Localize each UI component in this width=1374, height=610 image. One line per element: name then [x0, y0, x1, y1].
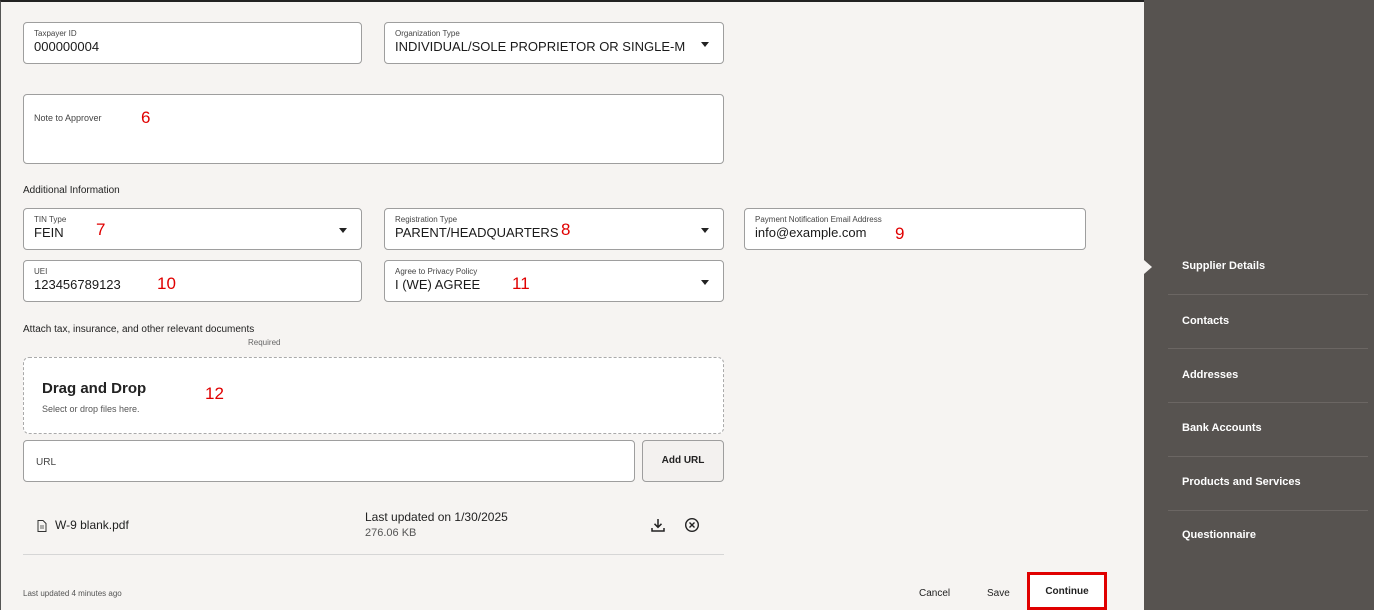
close-circle-icon[interactable] [684, 517, 700, 538]
annotation-6: 6 [141, 108, 151, 127]
note-to-approver-label: Note to Approver [34, 113, 102, 123]
add-url-button[interactable]: Add URL [642, 440, 724, 482]
dropzone-title: Drag and Drop [42, 380, 147, 397]
file-dropzone[interactable]: Drag and Drop Select or drop files here.… [23, 357, 724, 434]
sidebar-divider [1168, 510, 1368, 511]
payment-email-value: info@example.com [755, 225, 867, 240]
sidebar-item-questionnaire[interactable]: Questionnaire [1182, 529, 1256, 541]
organization-type-label: Organization Type [395, 29, 460, 38]
payment-email-label: Payment Notification Email Address [755, 215, 882, 224]
tin-type-label: TIN Type [34, 215, 67, 224]
registration-type-label: Registration Type [395, 215, 458, 224]
annotation-12: 12 [205, 384, 224, 403]
privacy-policy-value: I (WE) AGREE [395, 277, 481, 292]
payment-email-field[interactable]: Payment Notification Email Address info@… [744, 208, 1086, 250]
sidebar-item-products-and-services[interactable]: Products and Services [1182, 476, 1301, 488]
required-label: Required [248, 338, 281, 347]
sidebar-item-contacts[interactable]: Contacts [1182, 315, 1229, 327]
save-button[interactable]: Save [987, 588, 1010, 599]
taxpayer-id-value: 000000004 [34, 39, 100, 54]
chevron-down-icon [339, 228, 347, 233]
chevron-down-icon [701, 228, 709, 233]
uei-field[interactable]: UEI 123456789123 10 [23, 260, 362, 302]
uei-value: 123456789123 [34, 277, 121, 292]
attachment-updated: Last updated on 1/30/2025 [365, 510, 508, 524]
sidebar-divider [1168, 348, 1368, 349]
url-placeholder: URL [36, 457, 57, 468]
url-input[interactable]: URL [23, 440, 635, 482]
chevron-down-icon [701, 280, 709, 285]
tin-type-select[interactable]: TIN Type FEIN 7 [23, 208, 362, 250]
privacy-policy-label: Agree to Privacy Policy [395, 267, 478, 276]
additional-information-heading: Additional Information [23, 185, 120, 196]
sidebar-item-addresses[interactable]: Addresses [1182, 369, 1238, 381]
uei-label: UEI [34, 267, 48, 276]
sidebar-divider [1168, 402, 1368, 403]
organization-type-value: INDIVIDUAL/SOLE PROPRIETOR OR SINGLE-MEM [395, 39, 685, 54]
cancel-button[interactable]: Cancel [919, 588, 950, 599]
annotation-11: 11 [512, 274, 530, 293]
taxpayer-id-label: Taxpayer ID [34, 29, 77, 38]
sidebar-divider [1168, 456, 1368, 457]
taxpayer-id-field[interactable]: Taxpayer ID 000000004 [23, 22, 362, 64]
attachment-file-name[interactable]: W-9 blank.pdf [55, 518, 129, 532]
file-icon [37, 519, 47, 537]
annotation-8: 8 [561, 220, 571, 239]
download-icon[interactable] [650, 517, 666, 538]
dropzone-subtitle: Select or drop files here. [42, 404, 140, 414]
registration-type-select[interactable]: Registration Type PARENT/HEADQUARTERS 8 [384, 208, 724, 250]
chevron-down-icon [701, 42, 709, 47]
registration-type-value: PARENT/HEADQUARTERS [395, 225, 559, 240]
sidebar-item-bank-accounts[interactable]: Bank Accounts [1182, 422, 1262, 434]
sidebar-item-supplier-details[interactable]: Supplier Details [1182, 260, 1265, 272]
privacy-policy-select[interactable]: Agree to Privacy Policy I (WE) AGREE 11 [384, 260, 724, 302]
note-to-approver-field[interactable]: Note to Approver 6 [23, 94, 724, 164]
organization-type-select[interactable]: Organization Type INDIVIDUAL/SOLE PROPRI… [384, 22, 724, 64]
last-updated-text: Last updated 4 minutes ago [23, 589, 122, 598]
tin-type-value: FEIN [34, 225, 64, 240]
annotation-7: 7 [96, 220, 106, 239]
main-content: Taxpayer ID 000000004 Organization Type … [0, 0, 1144, 610]
continue-button[interactable]: Continue [1027, 572, 1107, 610]
annotation-10: 10 [157, 274, 176, 293]
annotation-9: 9 [895, 224, 905, 243]
continue-label: Continue [1045, 586, 1089, 597]
active-step-pointer [1144, 260, 1152, 274]
attachment-row: W-9 blank.pdf Last updated on 1/30/2025 … [23, 502, 724, 555]
attachments-heading: Attach tax, insurance, and other relevan… [23, 324, 255, 335]
train-stop-sidebar [1144, 0, 1374, 610]
attachment-size: 276.06 KB [365, 527, 417, 539]
sidebar-divider [1168, 294, 1368, 295]
